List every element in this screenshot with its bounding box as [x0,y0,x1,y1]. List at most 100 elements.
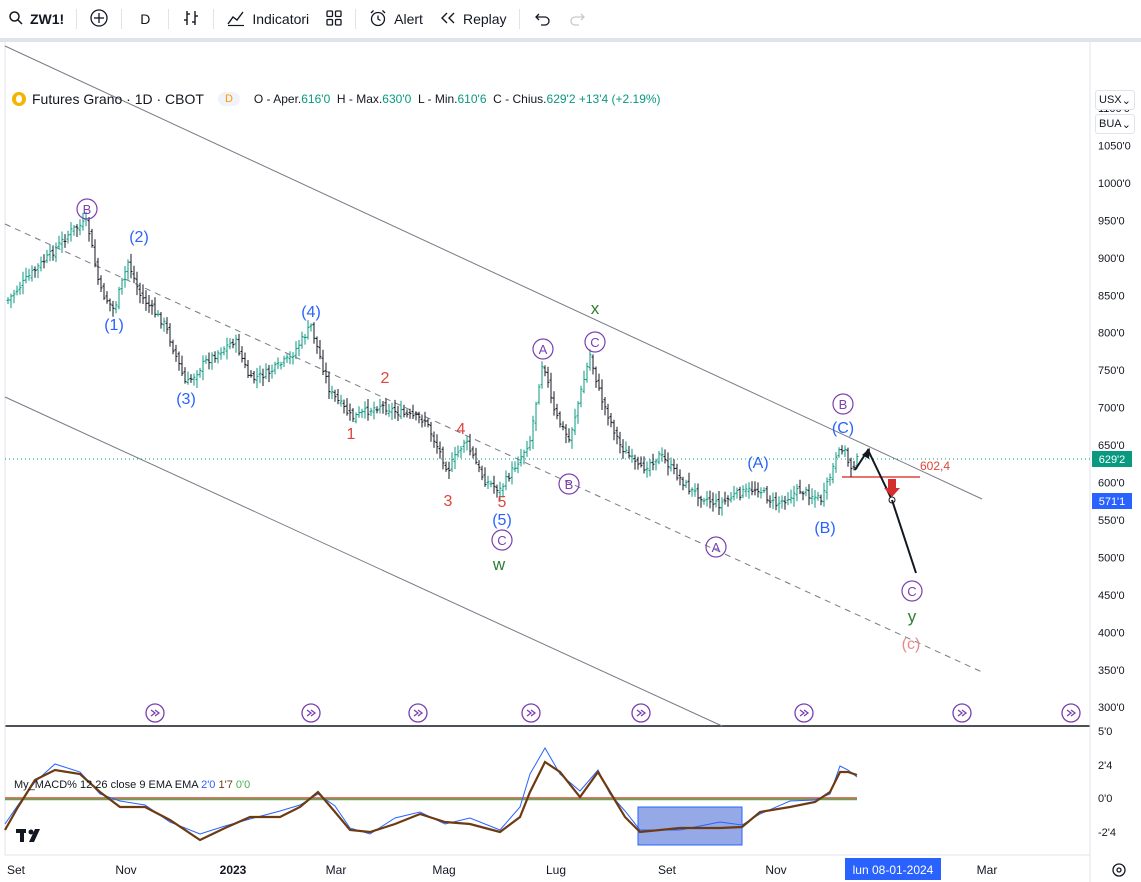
wave-label-B[interactable]: B [565,477,574,492]
price-bar [369,407,373,416]
wave-label-w[interactable]: w [492,555,506,574]
price-bar [399,400,403,420]
macd-tick-label: 5'0 [1098,726,1112,738]
highlight-box[interactable] [637,806,743,846]
event-marker-icon[interactable] [631,703,651,723]
price-bar [585,362,589,383]
symbol-search-button[interactable]: ZW1! [0,0,72,38]
price-bar [51,245,55,261]
chart-area[interactable]: 602,4 B C A C B A B C (2) (1) (3) (4) (5… [0,42,1141,882]
wave-label-B[interactable]: (B) [814,520,835,537]
event-marker-icon[interactable] [794,703,814,723]
wave-label-B[interactable]: B [839,397,848,412]
wave-label-A[interactable]: (A) [747,455,768,472]
redo-button[interactable] [560,0,596,38]
wave-label-c[interactable]: (c) [902,636,921,653]
high-label: H - Max. [336,92,383,106]
wave-label-1[interactable]: 1 [347,426,356,443]
wave-label-C[interactable]: C [497,533,506,548]
layouts-button[interactable] [317,0,351,38]
wave-label-y[interactable]: y [908,607,917,626]
wave-label-C[interactable]: C [590,335,599,350]
channel-median-line[interactable] [4,223,983,673]
compare-button[interactable] [81,0,117,38]
histogram-value: 0'0 [235,779,251,791]
price-bar [723,491,727,505]
undo-button[interactable] [524,0,560,38]
price-bar [789,489,793,504]
price-bar [168,323,172,347]
data-mode-badge[interactable]: D [217,92,240,106]
wave-label-C[interactable]: C [907,584,916,599]
event-marker-icon[interactable] [952,703,972,723]
projection-path-down[interactable] [891,499,917,574]
wave-label-5[interactable]: 5 [498,494,507,511]
wave-label-2[interactable]: (2) [129,229,149,246]
replay-button[interactable]: Replay [431,0,515,38]
price-bar [216,350,220,364]
price-bar [93,239,97,268]
price-bar [753,481,757,496]
price-bar [576,401,580,424]
chart-legend: Futures Grano · 1D · CBOT D O - Aper.616… [12,91,661,107]
indicators-icon [226,8,246,31]
price-bar [123,266,127,288]
price-bar [540,361,544,389]
divider [518,9,520,29]
wave-label-4[interactable]: (4) [301,304,321,321]
price-bar [768,495,772,508]
price-bar [33,266,37,278]
event-marker-icon[interactable] [408,703,428,723]
tradingview-logo[interactable] [16,829,40,842]
price-bar [774,492,778,511]
unit-select[interactable]: BUA ⌄ [1095,114,1135,134]
redo-icon [568,10,588,29]
price-bar [594,366,598,388]
wave-label-4[interactable]: 4 [457,421,466,438]
price-bar [846,447,850,467]
settings-gear-icon[interactable] [1112,863,1126,877]
symbol-logo-icon [12,92,26,106]
symbol-title[interactable]: Futures Grano · 1D · CBOT [32,91,204,107]
price-bar [537,384,541,405]
price-bar [132,265,136,284]
price-bar [306,320,310,340]
macd-legend[interactable]: My_MACD% 12 26 close 9 EMA EMA 2'0 1'7 0… [14,779,250,791]
wave-label-3[interactable]: 3 [444,493,453,510]
price-bar [561,421,565,431]
interval-button[interactable]: D [126,0,164,38]
wave-label-2[interactable]: 2 [381,370,390,387]
price-bar [210,352,214,370]
event-marker-icon[interactable] [1061,703,1081,723]
macd-tick-label: -2'4 [1098,827,1116,839]
price-bar [174,344,178,362]
chevron-down-icon: ⌄ [1121,94,1131,107]
wave-label-A[interactable]: A [539,342,548,357]
wave-label-5[interactable]: (5) [492,512,512,529]
event-marker-icon[interactable] [301,703,321,723]
price-bar [807,484,811,506]
event-marker-icon[interactable] [521,703,541,723]
channel-lower-line[interactable] [4,396,723,727]
wave-label-B[interactable]: B [83,202,92,217]
wave-label-x[interactable]: x [591,299,600,318]
wave-label-1[interactable]: (1) [104,317,124,334]
alert-button[interactable]: Alert [360,0,431,38]
event-marker-icon[interactable] [145,703,165,723]
chart-type-button[interactable] [173,0,209,38]
price-bar [12,289,16,304]
price-bar [189,374,193,383]
price-bar [441,446,445,470]
wave-label-A[interactable]: A [712,540,721,555]
price-bar [633,454,637,470]
divider [121,9,123,29]
price-bar [15,285,19,296]
currency-select[interactable]: USX ⌄ [1095,90,1135,110]
price-bar [810,488,814,505]
time-tick-label: Nov [115,863,136,877]
wave-label-C[interactable]: (C) [832,420,854,437]
chart-canvas[interactable]: 602,4 B C A C B A B C (2) (1) (3) (4) (5… [0,42,1141,882]
projection-path[interactable] [854,447,893,501]
indicators-button[interactable]: Indicatori [218,0,317,38]
wave-label-3[interactable]: (3) [176,391,196,408]
